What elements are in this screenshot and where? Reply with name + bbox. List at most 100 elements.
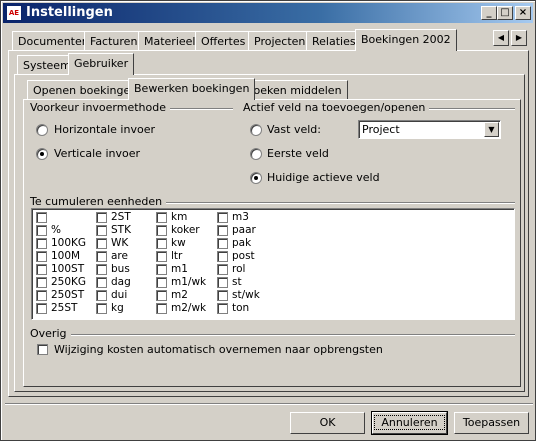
unit-checkbox[interactable] bbox=[217, 290, 228, 301]
radio-verticale-invoer-label[interactable]: Verticale invoer bbox=[54, 147, 140, 160]
tab-bewerken-boekingen[interactable]: Bewerken boekingen bbox=[128, 78, 256, 100]
radio-huidige-actieve-veld[interactable] bbox=[250, 172, 262, 184]
cancel-button[interactable]: Annuleren bbox=[371, 411, 448, 435]
radio-horizontale-invoer-label[interactable]: Horizontale invoer bbox=[54, 123, 155, 136]
auto-transfer-costs-checkbox[interactable] bbox=[37, 344, 48, 355]
unit-label[interactable]: kw bbox=[171, 237, 186, 249]
radio-vast-veld-label[interactable]: Vast veld: bbox=[267, 123, 321, 136]
unit-label[interactable]: ltr bbox=[171, 250, 182, 262]
unit-label[interactable]: 2ST bbox=[111, 211, 131, 223]
unit-checkbox[interactable] bbox=[217, 277, 228, 288]
unit-label[interactable]: WK bbox=[111, 237, 128, 249]
unit-label[interactable]: 100ST bbox=[51, 263, 84, 275]
unit-label[interactable]: m3 bbox=[232, 211, 249, 223]
radio-verticale-invoer[interactable] bbox=[36, 148, 48, 160]
unit-label[interactable]: post bbox=[232, 250, 255, 262]
unit-checkbox[interactable] bbox=[36, 251, 47, 262]
unit-checkbox[interactable] bbox=[156, 212, 167, 223]
unit-checkbox[interactable] bbox=[156, 251, 167, 262]
unit-checkbox[interactable] bbox=[36, 264, 47, 275]
unit-label[interactable]: 250ST bbox=[51, 289, 84, 301]
unit-label[interactable]: koker bbox=[171, 224, 200, 236]
radio-vast-veld[interactable] bbox=[250, 124, 262, 136]
unit-label[interactable]: m2 bbox=[171, 289, 188, 301]
title-bar[interactable]: AE Instellingen _ □ × bbox=[3, 3, 533, 23]
unit-checkbox[interactable] bbox=[217, 303, 228, 314]
unit-checkbox[interactable] bbox=[36, 225, 47, 236]
apply-button[interactable]: Toepassen bbox=[454, 412, 529, 434]
unit-checkbox[interactable] bbox=[96, 277, 107, 288]
radio-eerste-veld-label[interactable]: Eerste veld bbox=[267, 147, 329, 160]
overig-divider bbox=[31, 334, 515, 336]
tab-gebruiker[interactable]: Gebruiker bbox=[68, 53, 135, 75]
unit-label[interactable]: 250KG bbox=[51, 276, 86, 288]
tab-offertes[interactable]: Offertes bbox=[195, 31, 252, 51]
tab-zoeken-middelen[interactable]: Zoeken middelen bbox=[240, 80, 348, 100]
unit-label[interactable]: STK bbox=[111, 224, 131, 236]
tab-scroll-right-icon[interactable]: ▶ bbox=[511, 30, 527, 46]
unit-label[interactable]: bus bbox=[111, 263, 130, 275]
unit-label[interactable]: 25ST bbox=[51, 302, 77, 314]
unit-label[interactable]: dag bbox=[111, 276, 131, 288]
chevron-down-icon[interactable]: ▼ bbox=[484, 122, 499, 137]
unit-checkbox[interactable] bbox=[36, 212, 47, 223]
ok-button[interactable]: OK bbox=[290, 412, 365, 434]
unit-label[interactable]: % bbox=[51, 224, 61, 236]
unit-checkbox[interactable] bbox=[217, 251, 228, 262]
tab-scroll-left-icon[interactable]: ◀ bbox=[493, 30, 509, 46]
radio-eerste-veld[interactable] bbox=[250, 148, 262, 160]
unit-checkbox[interactable] bbox=[217, 264, 228, 275]
unit-checkbox[interactable] bbox=[217, 212, 228, 223]
unit-checkbox[interactable] bbox=[156, 290, 167, 301]
unit-label[interactable]: m2/wk bbox=[171, 302, 206, 314]
tab-openen-boekingen[interactable]: Openen boekingen bbox=[27, 80, 144, 100]
minimize-button[interactable]: _ bbox=[481, 6, 497, 20]
fixed-field-select[interactable]: Project ▼ bbox=[358, 120, 501, 139]
unit-label[interactable]: 100M bbox=[51, 250, 80, 262]
unit-checkbox[interactable] bbox=[96, 225, 107, 236]
maximize-button[interactable]: □ bbox=[497, 6, 513, 20]
unit-label[interactable]: 100KG bbox=[51, 237, 86, 249]
unit-checkbox[interactable] bbox=[156, 277, 167, 288]
tab-facturen[interactable]: Facturen bbox=[84, 31, 144, 51]
unit-checkbox[interactable] bbox=[96, 264, 107, 275]
tab-documenten[interactable]: Documenten bbox=[12, 31, 95, 51]
tab-boekingen-2002[interactable]: Boekingen 2002 bbox=[355, 29, 457, 51]
auto-transfer-costs-label[interactable]: Wijziging kosten automatisch overnemen n… bbox=[54, 343, 383, 356]
unit-label[interactable]: kg bbox=[111, 302, 124, 314]
close-button[interactable]: × bbox=[515, 6, 531, 20]
unit-label[interactable]: m1 bbox=[171, 263, 188, 275]
tab-relaties[interactable]: Relaties bbox=[306, 31, 362, 51]
unit-checkbox[interactable] bbox=[96, 238, 107, 249]
unit-label[interactable]: ton bbox=[232, 302, 249, 314]
unit-checkbox[interactable] bbox=[217, 225, 228, 236]
unit-checkbox[interactable] bbox=[96, 303, 107, 314]
unit-checkbox[interactable] bbox=[156, 303, 167, 314]
tab-materieel[interactable]: Materieel bbox=[138, 31, 202, 51]
unit-checkbox[interactable] bbox=[36, 290, 47, 301]
tab-projecten[interactable]: Projecten bbox=[248, 31, 312, 51]
unit-checkbox[interactable] bbox=[36, 277, 47, 288]
unit-label[interactable]: m1/wk bbox=[171, 276, 206, 288]
unit-checkbox[interactable] bbox=[156, 238, 167, 249]
unit-checkbox[interactable] bbox=[36, 303, 47, 314]
radio-huidige-actieve-veld-label[interactable]: Huidige actieve veld bbox=[267, 171, 380, 184]
unit-checkbox[interactable] bbox=[96, 251, 107, 262]
units-heading: Te cumuleren eenheden bbox=[30, 195, 167, 208]
unit-label[interactable]: pak bbox=[232, 237, 251, 249]
unit-checkbox[interactable] bbox=[36, 238, 47, 249]
unit-checkbox[interactable] bbox=[217, 238, 228, 249]
radio-horizontale-invoer[interactable] bbox=[36, 124, 48, 136]
unit-label[interactable]: dui bbox=[111, 289, 127, 301]
unit-label[interactable]: st/wk bbox=[232, 289, 260, 301]
unit-checkbox[interactable] bbox=[156, 225, 167, 236]
unit-checkbox[interactable] bbox=[96, 290, 107, 301]
unit-label[interactable]: rol bbox=[232, 263, 245, 275]
unit-checkbox[interactable] bbox=[96, 212, 107, 223]
unit-label[interactable]: km bbox=[171, 211, 187, 223]
unit-checkbox[interactable] bbox=[156, 264, 167, 275]
unit-label[interactable]: paar bbox=[232, 224, 256, 236]
unit-label[interactable]: st bbox=[232, 276, 242, 288]
unit-label[interactable]: are bbox=[111, 250, 128, 262]
units-checklist[interactable]: % 100KG 100M 100ST 250KG 250ST 25ST 2ST STK WK are… bbox=[31, 208, 515, 320]
